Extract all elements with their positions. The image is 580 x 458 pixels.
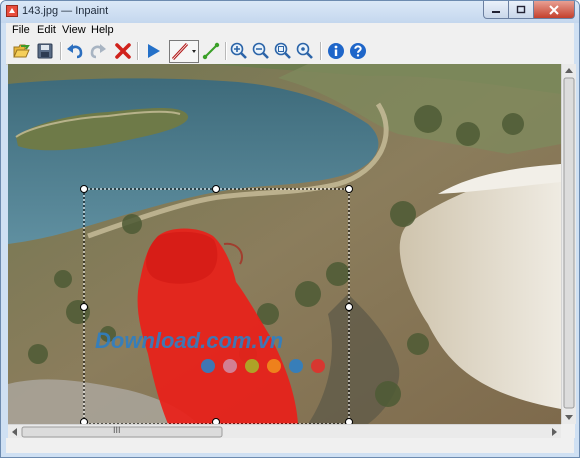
menu-bar: File Edit View Help (6, 23, 574, 38)
save-button[interactable] (35, 41, 55, 61)
handle-middle-right (345, 303, 353, 311)
zoom-out-button[interactable] (251, 41, 271, 61)
info-icon (328, 43, 344, 59)
line-tool-icon (202, 42, 220, 60)
undo-button[interactable] (65, 41, 85, 61)
handle-top-left (80, 185, 88, 193)
watermark-dot (223, 359, 237, 373)
redo-button[interactable] (88, 41, 108, 61)
horizontal-scrollbar-parts (12, 426, 557, 438)
help-button[interactable] (348, 41, 368, 61)
menu-help[interactable]: Help (91, 24, 114, 36)
scroll-thumb-grip: III (113, 425, 121, 435)
menu-view[interactable]: View (62, 24, 86, 36)
vertical-scroll-thumb (563, 77, 575, 409)
horizontal-scroll-thumb (21, 426, 223, 438)
toolbar-separator (137, 42, 139, 60)
marker-tool-dropdown[interactable] (169, 40, 199, 63)
close-icon (549, 4, 559, 15)
horizontal-scrollbar[interactable]: III (8, 424, 561, 439)
marker-pen-icon (171, 42, 196, 61)
watermark-dot (289, 359, 303, 373)
save-icon (37, 43, 53, 59)
toolbar (6, 38, 574, 65)
status-bar (6, 438, 574, 453)
maximize-button[interactable] (509, 1, 534, 19)
watermark-dot (245, 359, 259, 373)
vertical-scrollbar-parts (563, 68, 575, 420)
close-button[interactable] (534, 1, 575, 19)
scroll-left-icon (12, 428, 17, 436)
delete-button[interactable] (113, 41, 133, 61)
toolbar-separator (225, 42, 227, 60)
zoom-out-icon (252, 42, 269, 59)
watermark-dot (311, 359, 325, 373)
watermark-text: Download.com.vn (95, 328, 283, 353)
scrollbar-corner (561, 424, 575, 438)
redo-icon (90, 44, 106, 59)
info-button[interactable] (326, 41, 346, 61)
undo-icon (67, 44, 83, 59)
image-canvas[interactable]: Download.com.vn (8, 64, 561, 424)
mask-hat (146, 231, 218, 284)
zoom-in-button[interactable] (229, 41, 249, 61)
scroll-right-icon (552, 428, 557, 436)
delete-icon (115, 43, 131, 59)
minimize-icon (492, 10, 500, 13)
app-window: 143.jpg — Inpaint File Edit View Help Do… (0, 0, 580, 458)
photo-landscape: Download.com.vn (8, 64, 561, 424)
zoom-in-icon (230, 42, 247, 59)
window-title: 143.jpg — Inpaint (22, 5, 109, 17)
maximize-icon (516, 5, 526, 14)
run-inpaint-button[interactable] (143, 41, 163, 61)
toolbar-separator (320, 42, 322, 60)
line-tool-button[interactable] (201, 41, 221, 61)
handle-middle-left (80, 303, 88, 311)
menu-edit[interactable]: Edit (37, 24, 56, 36)
toolbar-separator (60, 42, 62, 60)
open-button[interactable] (12, 41, 32, 61)
menu-file[interactable]: File (12, 24, 30, 36)
watermark-dot (267, 359, 281, 373)
scroll-up-icon (565, 68, 573, 73)
vertical-scrollbar[interactable] (561, 64, 576, 424)
handle-top-center (212, 185, 220, 193)
open-icon (13, 44, 30, 58)
zoom-fit-icon (274, 42, 291, 59)
watermark-dot (201, 359, 215, 373)
help-icon (350, 43, 366, 59)
minimize-button[interactable] (483, 1, 509, 19)
zoom-actual-button[interactable] (295, 41, 315, 61)
title-bar[interactable]: 143.jpg — Inpaint (1, 1, 579, 23)
play-icon (148, 44, 160, 58)
app-icon (6, 5, 18, 17)
zoom-actual-icon (296, 42, 313, 59)
handle-top-right (345, 185, 353, 193)
zoom-fit-button[interactable] (273, 41, 293, 61)
scroll-down-icon (565, 415, 573, 420)
